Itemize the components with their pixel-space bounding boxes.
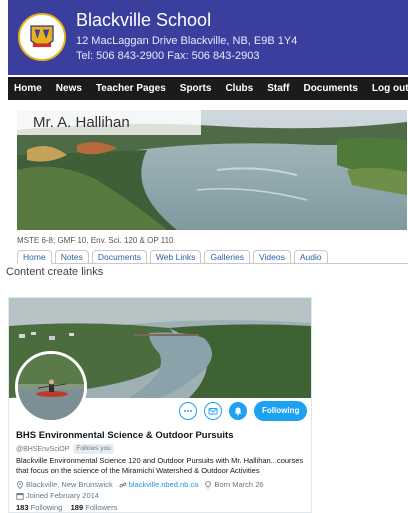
nav-sports[interactable]: Sports xyxy=(173,77,219,100)
nav-documents[interactable]: Documents xyxy=(296,77,364,100)
followers-count: 189 xyxy=(70,503,84,512)
follows-you-badge: Follows you xyxy=(73,444,114,454)
tab-bar: Home Notes Documents Web Links Galleries… xyxy=(17,250,331,264)
more-options-button[interactable] xyxy=(179,402,197,420)
kayaker-photo xyxy=(18,354,84,420)
twitter-joined-row: Joined February 2014 xyxy=(16,491,99,500)
twitter-profile-card: Following BHS Environmental Science & Ou… xyxy=(8,297,312,513)
site-title[interactable]: Blackville School xyxy=(76,10,211,31)
tab-documents[interactable]: Documents xyxy=(91,250,147,264)
followers-stat[interactable]: 189 Followers xyxy=(71,503,118,512)
bell-icon xyxy=(234,407,242,416)
teacher-name: Mr. A. Hallihan xyxy=(17,110,201,135)
twitter-meta-row: Blackville, New Brunswick blackville.nbe… xyxy=(16,480,264,489)
tab-web-links[interactable]: Web Links xyxy=(149,250,202,264)
twitter-handle-row: @BHSEnvSciOP Follows you xyxy=(16,444,114,454)
twitter-website-link[interactable]: blackville.nbed.nb.ca xyxy=(129,480,199,489)
tab-videos[interactable]: Videos xyxy=(252,250,291,264)
school-phone: Tel: 506 843-2900 Fax: 506 843-2903 xyxy=(76,50,260,62)
school-crest-icon xyxy=(20,15,64,59)
envelope-icon xyxy=(208,408,218,415)
twitter-handle[interactable]: @BHSEnvSciOP xyxy=(16,446,69,453)
nav-log-out[interactable]: Log out xyxy=(365,77,408,100)
school-logo[interactable] xyxy=(18,13,66,61)
nav-news[interactable]: News xyxy=(49,77,89,100)
notifications-button[interactable] xyxy=(229,402,247,420)
balloon-icon xyxy=(204,480,212,489)
following-stat[interactable]: 183 Following xyxy=(16,503,62,512)
following-button[interactable]: Following xyxy=(254,401,308,421)
nav-teacher-pages[interactable]: Teacher Pages xyxy=(89,77,173,100)
tab-notes[interactable]: Notes xyxy=(54,250,89,264)
following-count: 183 xyxy=(16,503,29,512)
nav-clubs[interactable]: Clubs xyxy=(218,77,260,100)
tab-home[interactable]: Home xyxy=(17,250,52,264)
main-nav: Home News Teacher Pages Sports Clubs Sta… xyxy=(8,77,408,100)
twitter-stats: 183 Following 189 Followers xyxy=(16,503,117,512)
site-header: Blackville School 12 MacLaggan Drive Bla… xyxy=(8,0,408,75)
content-heading: Content create links xyxy=(6,266,104,278)
nav-home[interactable]: Home xyxy=(8,77,49,100)
twitter-display-name[interactable]: BHS Environmental Science & Outdoor Purs… xyxy=(16,430,233,441)
nav-staff[interactable]: Staff xyxy=(260,77,296,100)
following-label: Following xyxy=(30,503,63,512)
message-button[interactable] xyxy=(204,402,222,420)
location-pin-icon xyxy=(16,480,24,489)
twitter-birthday: Born March 26 xyxy=(214,480,264,489)
school-address: 12 MacLaggan Drive Blackville, NB, E9B 1… xyxy=(76,35,298,47)
link-icon xyxy=(119,481,127,489)
twitter-bio: Blackville Environmental Science 120 and… xyxy=(16,456,304,475)
tab-audio[interactable]: Audio xyxy=(293,250,328,264)
more-icon xyxy=(184,410,192,412)
followers-label: Followers xyxy=(85,503,118,512)
tab-galleries[interactable]: Galleries xyxy=(204,250,250,264)
twitter-location: Blackville, New Brunswick xyxy=(26,480,113,489)
course-list: MSTE 6-8; GMF 10, Env. Sci. 120 & OP 110 xyxy=(17,236,174,245)
calendar-icon xyxy=(16,492,24,500)
twitter-avatar[interactable] xyxy=(15,351,87,423)
twitter-actions: Following xyxy=(179,401,308,421)
twitter-joined: Joined February 2014 xyxy=(26,491,99,500)
